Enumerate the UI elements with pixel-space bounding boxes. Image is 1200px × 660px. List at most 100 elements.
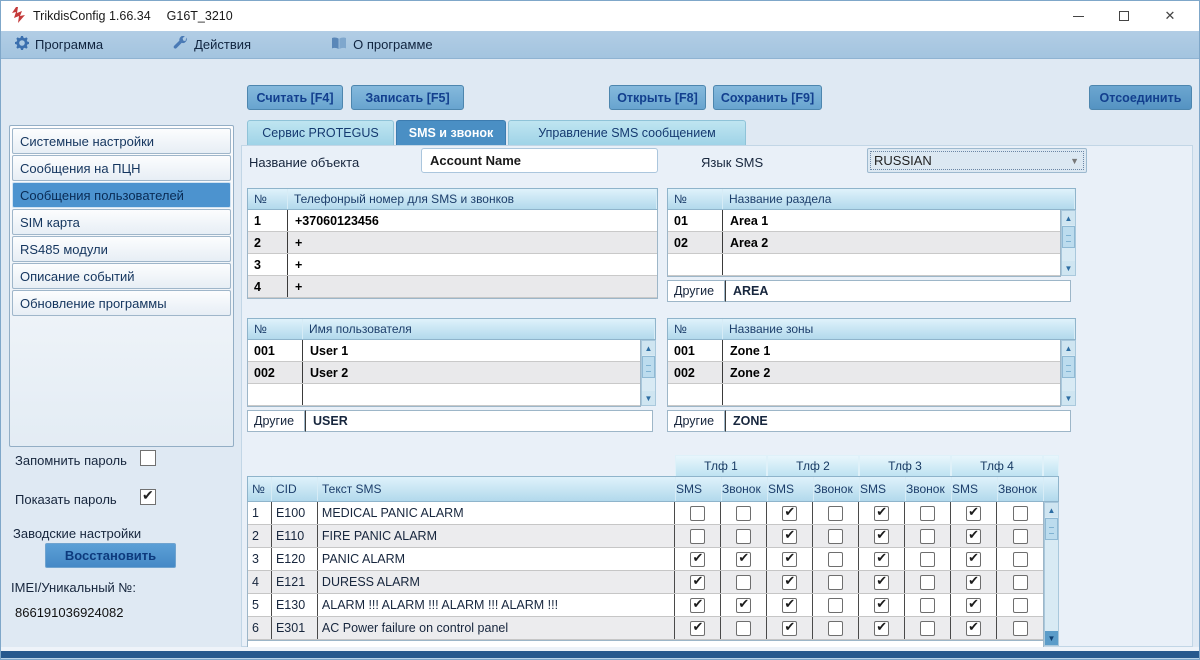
call-checkbox[interactable] [1012,620,1028,636]
sms-checkbox[interactable] [966,527,982,544]
call-checkbox[interactable] [920,528,936,544]
sidebar-item-rs485-modules[interactable]: RS485 модули [12,236,231,262]
cid-cell[interactable]: E130 [272,594,318,616]
user-name-cell[interactable]: User 2 [303,362,640,383]
call-checkbox[interactable] [1012,574,1028,590]
sidebar-item-event-description[interactable]: Описание событий [12,263,231,289]
read-button[interactable]: Считать [F4] [247,85,343,110]
sms-checkbox[interactable] [874,573,890,590]
call-checkbox[interactable] [828,574,844,590]
scroll-up-icon[interactable]: ▲ [1045,503,1058,517]
cid-cell[interactable]: E120 [272,548,318,570]
call-checkbox[interactable] [736,620,752,636]
call-checkbox[interactable] [736,505,752,521]
sms-text-cell[interactable]: FIRE PANIC ALARM [318,525,676,547]
areas-other-value[interactable]: AREA [725,280,1071,302]
minimize-button[interactable] [1055,1,1101,31]
sidebar-item-cms-reporting[interactable]: Сообщения на ПЦН [12,155,231,181]
save-button[interactable]: Сохранить [F9] [713,85,822,110]
call-checkbox[interactable] [1012,551,1028,567]
call-checkbox[interactable] [736,528,752,544]
disconnect-button[interactable]: Отсоединить [1089,85,1192,110]
sidebar-item-sim-card[interactable]: SIM карта [12,209,231,235]
scroll-down-icon[interactable]: ▼ [642,391,655,405]
sms-checkbox[interactable] [782,527,798,544]
zones-scrollbar[interactable]: ▲ ▼ [1061,340,1076,406]
scroll-thumb[interactable] [1062,226,1075,248]
restore-button[interactable]: Восстановить [45,543,176,568]
sms-text-cell[interactable]: DURESS ALARM [318,571,676,593]
area-name-cell[interactable]: Area 1 [723,210,1060,231]
user-name-cell[interactable] [303,384,640,405]
area-name-cell[interactable] [723,254,1060,275]
sms-checkbox[interactable] [690,573,706,590]
sms-checkbox[interactable] [966,550,982,567]
scroll-down-icon[interactable]: ▼ [1062,261,1075,275]
tab-sms-and-call[interactable]: SMS и звонок [396,120,506,145]
sms-text-cell[interactable]: MEDICAL PANIC ALARM [318,502,676,524]
sms-checkbox[interactable] [690,505,706,521]
sms-checkbox[interactable] [782,550,798,567]
sidebar-item-firmware-update[interactable]: Обновление программы [12,290,231,316]
area-name-cell[interactable]: Area 2 [723,232,1060,253]
menu-program[interactable]: Программа [5,31,113,58]
object-name-input[interactable]: Account Name [421,148,658,173]
phone-cell[interactable]: +37060123456 [288,210,657,231]
sms-checkbox[interactable] [966,596,982,613]
sms-checkbox[interactable] [874,550,890,567]
zone-name-cell[interactable]: Zone 1 [723,340,1060,361]
call-checkbox[interactable] [1012,505,1028,521]
call-checkbox[interactable] [736,596,752,613]
call-checkbox[interactable] [920,574,936,590]
sms-checkbox[interactable] [966,619,982,636]
maximize-button[interactable] [1101,1,1147,31]
sms-text-cell[interactable]: AC Power failure on control panel [318,617,676,639]
call-checkbox[interactable] [828,551,844,567]
zones-other-value[interactable]: ZONE [725,410,1071,432]
phone-cell[interactable]: + [288,254,657,275]
call-checkbox[interactable] [736,574,752,590]
users-scrollbar[interactable]: ▲ ▼ [641,340,656,406]
cid-cell[interactable]: E301 [272,617,318,639]
close-button[interactable]: ✕ [1147,1,1193,31]
call-checkbox[interactable] [828,528,844,544]
zone-name-cell[interactable]: Zone 2 [723,362,1060,383]
users-other-value[interactable]: USER [305,410,653,432]
sms-checkbox[interactable] [966,504,982,521]
sms-checkbox[interactable] [690,619,706,636]
scroll-up-icon[interactable]: ▲ [1062,211,1075,225]
sidebar-item-system-settings[interactable]: Системные настройки [12,128,231,154]
open-button[interactable]: Открыть [F8] [609,85,706,110]
sms-checkbox[interactable] [874,527,890,544]
call-checkbox[interactable] [920,620,936,636]
sms-checkbox[interactable] [690,596,706,613]
remember-password-checkbox[interactable] [140,450,156,466]
sms-checkbox[interactable] [782,504,798,521]
scroll-thumb[interactable] [1062,356,1075,378]
sms-checkbox[interactable] [782,573,798,590]
scroll-up-icon[interactable]: ▲ [1062,341,1075,355]
scroll-thumb[interactable] [642,356,655,378]
show-password-checkbox[interactable] [140,487,156,505]
call-checkbox[interactable] [828,620,844,636]
zone-name-cell[interactable] [723,384,1060,405]
scroll-down-icon[interactable]: ▼ [1045,631,1058,645]
sms-text-cell[interactable]: PANIC ALARM [318,548,676,570]
scroll-up-icon[interactable]: ▲ [642,341,655,355]
cid-cell[interactable]: E100 [272,502,318,524]
phone-cell[interactable]: + [288,276,657,297]
phone-cell[interactable]: + [288,232,657,253]
call-checkbox[interactable] [920,597,936,613]
cid-cell[interactable]: E110 [272,525,318,547]
user-name-cell[interactable]: User 1 [303,340,640,361]
call-checkbox[interactable] [828,597,844,613]
menu-actions[interactable]: Действия [163,31,261,58]
areas-scrollbar[interactable]: ▲ ▼ [1061,210,1076,276]
sms-checkbox[interactable] [874,596,890,613]
sms-checkbox[interactable] [874,504,890,521]
menu-about[interactable]: О программе [321,31,443,58]
call-checkbox[interactable] [828,505,844,521]
write-button[interactable]: Записать [F5] [351,85,464,110]
sms-checkbox[interactable] [782,596,798,613]
sidebar-item-user-reporting[interactable]: Сообщения пользователей [12,182,231,208]
